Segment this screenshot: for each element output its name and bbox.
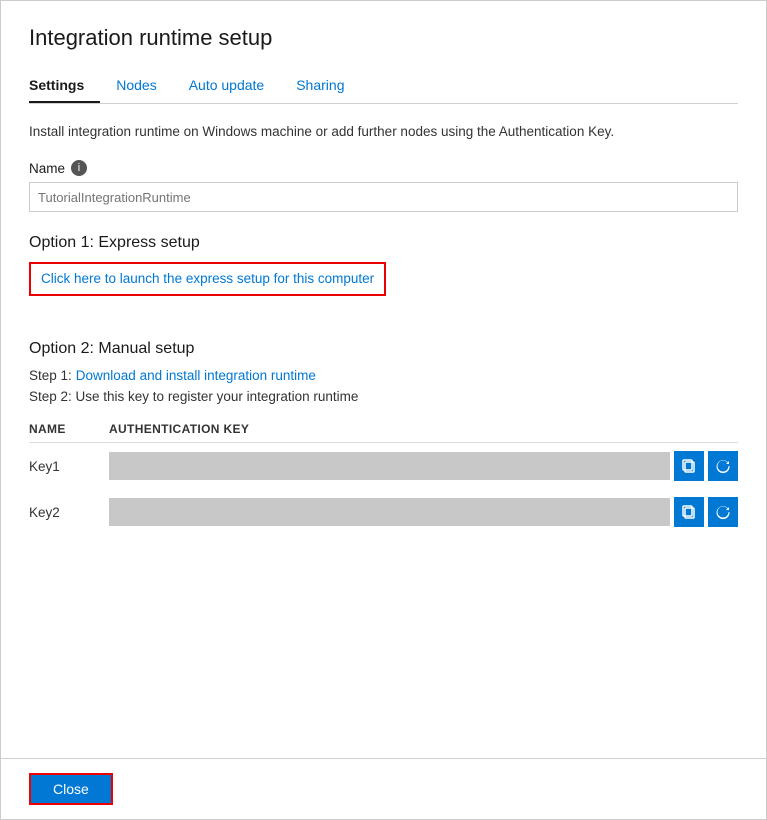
step2-text: Step 2: Use this key to register your in… (29, 389, 738, 404)
tabs-container: Settings Nodes Auto update Sharing (29, 69, 738, 104)
table-row: Key2 (29, 489, 738, 535)
key1-input-group (109, 451, 738, 481)
key2-refresh-button[interactable] (708, 497, 738, 527)
info-icon[interactable]: i (71, 160, 87, 176)
copy-icon (681, 504, 697, 520)
tab-nodes[interactable]: Nodes (116, 69, 172, 103)
description-text: Install integration runtime on Windows m… (29, 122, 738, 142)
key2-cell (109, 489, 738, 535)
table-header-row: NAME AUTHENTICATION KEY (29, 416, 738, 443)
key1-refresh-button[interactable] (708, 451, 738, 481)
col-header-name: NAME (29, 416, 109, 443)
tab-settings[interactable]: Settings (29, 69, 100, 103)
key1-cell (109, 443, 738, 490)
option2-title: Option 2: Manual setup (29, 340, 738, 358)
step1-prefix: Step 1: (29, 368, 72, 383)
key2-input-group (109, 497, 738, 527)
dialog-title: Integration runtime setup (29, 25, 738, 51)
copy-icon (681, 458, 697, 474)
key2-copy-button[interactable] (674, 497, 704, 527)
close-button[interactable]: Close (29, 773, 113, 805)
integration-runtime-dialog: Integration runtime setup Settings Nodes… (0, 0, 767, 820)
key2-value (109, 498, 670, 526)
refresh-icon (715, 458, 731, 474)
key1-value (109, 452, 670, 480)
option1-title: Option 1: Express setup (29, 234, 738, 252)
key1-name: Key1 (29, 443, 109, 490)
download-runtime-link[interactable]: Download and install integration runtime (76, 368, 316, 383)
step1-row: Step 1: Download and install integration… (29, 368, 738, 383)
key1-copy-button[interactable] (674, 451, 704, 481)
key2-name: Key2 (29, 489, 109, 535)
tab-sharing[interactable]: Sharing (296, 69, 360, 103)
name-field-label: Name i (29, 160, 738, 176)
auth-key-table: NAME AUTHENTICATION KEY Key1 (29, 416, 738, 535)
table-row: Key1 (29, 443, 738, 490)
name-input[interactable] (29, 182, 738, 212)
dialog-footer: Close (1, 758, 766, 819)
express-setup-container: Click here to launch the express setup f… (29, 262, 386, 296)
tab-auto-update[interactable]: Auto update (189, 69, 281, 103)
dialog-content: Integration runtime setup Settings Nodes… (1, 1, 766, 758)
col-header-key: AUTHENTICATION KEY (109, 416, 738, 443)
express-setup-link[interactable]: Click here to launch the express setup f… (41, 271, 374, 286)
refresh-icon (715, 504, 731, 520)
